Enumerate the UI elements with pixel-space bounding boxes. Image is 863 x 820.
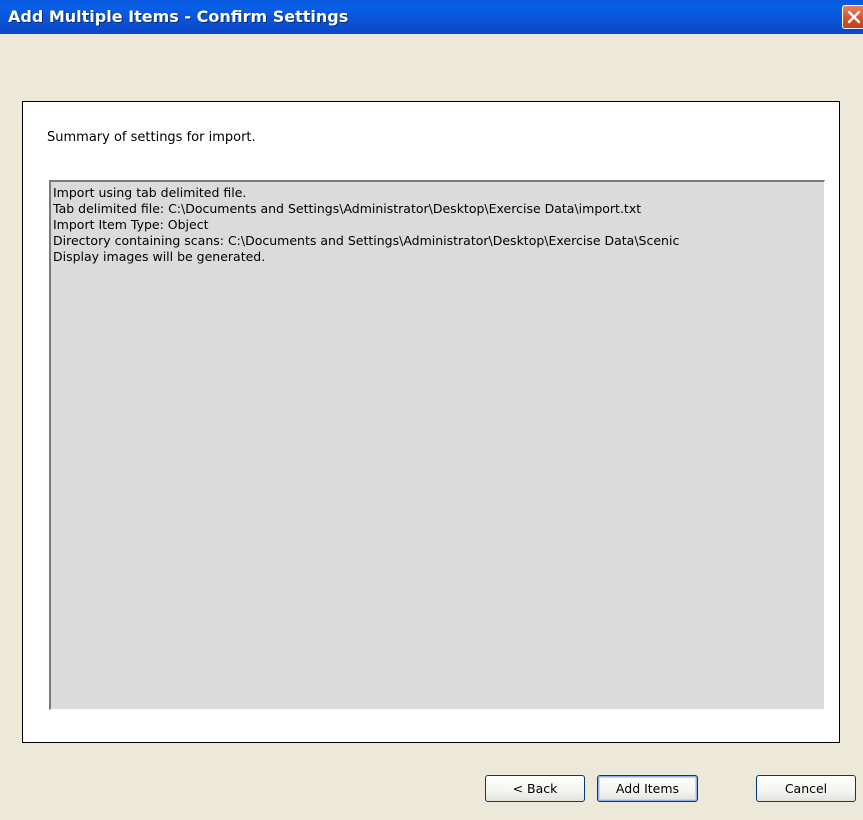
- summary-line: Import Item Type: Object: [53, 217, 209, 232]
- close-icon: [847, 10, 861, 24]
- dialog-window: Add Multiple Items - Confirm Settings Su…: [0, 0, 863, 820]
- content-panel: Summary of settings for import. Import u…: [22, 101, 840, 743]
- back-button[interactable]: < Back: [485, 775, 585, 802]
- summary-text-box[interactable]: Import using tab delimited file. Tab del…: [49, 180, 825, 710]
- cancel-button[interactable]: Cancel: [756, 775, 856, 802]
- add-items-button[interactable]: Add Items: [597, 775, 698, 802]
- summary-line: Tab delimited file: C:\Documents and Set…: [53, 201, 642, 216]
- close-button[interactable]: [842, 5, 863, 29]
- summary-label: Summary of settings for import.: [47, 130, 256, 145]
- summary-line: Display images will be generated.: [53, 249, 266, 264]
- summary-line: Import using tab delimited file.: [53, 185, 247, 200]
- window-title: Add Multiple Items - Confirm Settings: [8, 7, 349, 26]
- summary-line: Directory containing scans: C:\Documents…: [53, 233, 680, 248]
- title-bar[interactable]: Add Multiple Items - Confirm Settings: [0, 0, 863, 34]
